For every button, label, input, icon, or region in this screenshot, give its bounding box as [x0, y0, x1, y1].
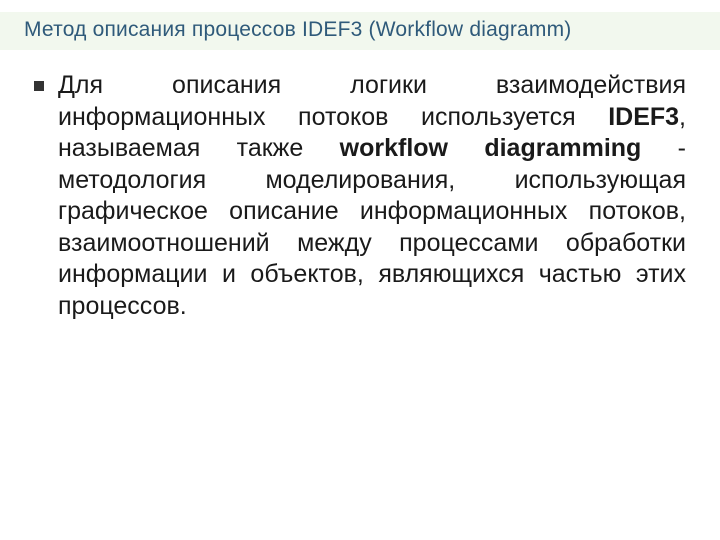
text-bold-idef3: IDEF3	[608, 103, 679, 131]
body-area: Для описания логики взаимодействия инфор…	[34, 70, 686, 322]
slide: Метод описания процессов IDEF3 (Workflow…	[0, 0, 720, 540]
body-paragraph: Для описания логики взаимодействия инфор…	[58, 70, 686, 322]
bullet-item: Для описания логики взаимодействия инфор…	[34, 70, 686, 322]
text-bold-workflow: workflow diagramming	[340, 134, 642, 162]
text-segment: Для описания логики взаимодействия инфор…	[58, 71, 686, 131]
slide-title: Метод описания процессов IDEF3 (Workflow…	[24, 18, 572, 41]
bullet-marker	[34, 81, 44, 91]
title-band: Метод описания процессов IDEF3 (Workflow…	[0, 12, 720, 50]
